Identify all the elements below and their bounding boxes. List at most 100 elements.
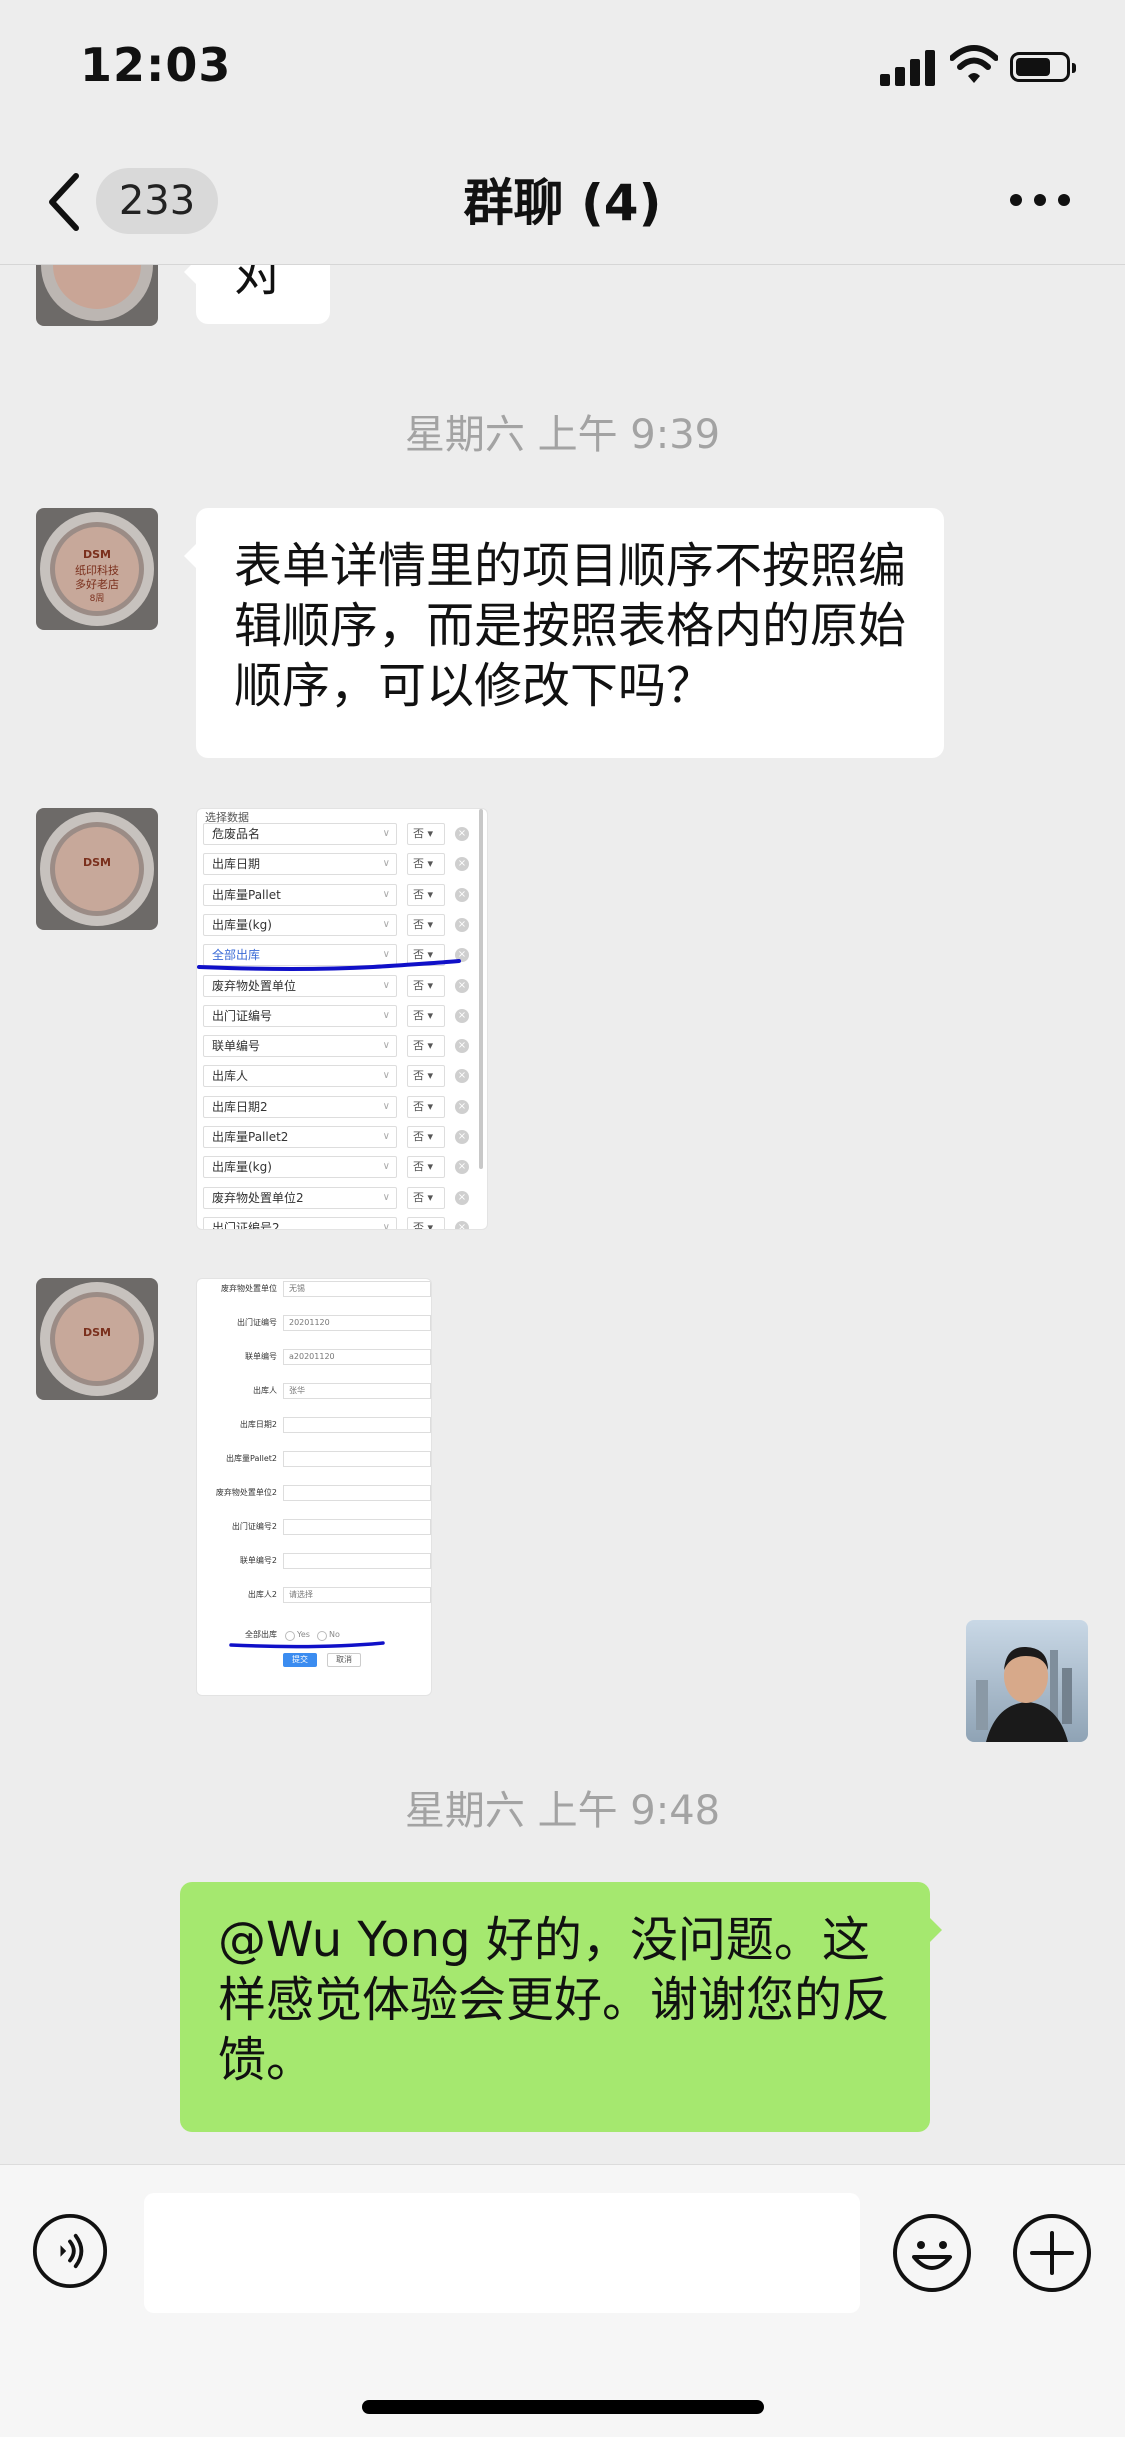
form-label: 出门证编号 (237, 1318, 277, 1327)
selector-row[interactable]: 出库日期否 ▾ × (203, 853, 481, 876)
option-select[interactable]: 否 ▾ (407, 1065, 445, 1088)
message-bubble[interactable]: 表单详情里的项目顺序不按照编辑顺序，而是按照表格内的原始顺序，可以修改下吗？ (184, 508, 944, 758)
option-select[interactable]: 否 ▾ (407, 1095, 445, 1118)
remove-icon[interactable]: × (455, 1039, 469, 1054)
form-input[interactable]: 无锡 (283, 1281, 431, 1297)
selector-row[interactable]: 出库日期2 否 ▾ × (203, 1095, 481, 1118)
option-select[interactable]: 否 ▾ (407, 853, 445, 876)
svg-text:多好老店: 多好老店 (75, 577, 119, 591)
form-label: 废弃物处置单位 (221, 1284, 277, 1293)
message-bubble-outgoing[interactable]: @Wu Yong 好的，没问题。这样感觉体验会更好。谢谢您的反馈。 (180, 1882, 942, 2132)
remove-icon[interactable]: × (455, 917, 469, 932)
option-select[interactable]: 否 ▾ (407, 1186, 445, 1209)
image-message-field-selector[interactable]: 选择数据 危废品名否 ▾×出库日期否 ▾×出库量Pallet否 ▾×出库量(kg… (196, 808, 488, 1230)
form-row: 出门证编号2 (197, 1519, 431, 1535)
field-select[interactable]: 出库量Pallet (203, 883, 397, 906)
form-input[interactable] (283, 1519, 431, 1535)
svg-text:DSM: DSM (83, 1326, 111, 1339)
option-select[interactable]: 否 ▾ (407, 1004, 445, 1027)
cellular-signal-icon (880, 50, 936, 86)
svg-text:DSM: DSM (83, 548, 111, 561)
form-input[interactable] (283, 1417, 431, 1433)
cancel-button[interactable]: 取消 (327, 1653, 361, 1667)
battery-icon (1010, 52, 1076, 82)
field-select[interactable]: 废弃物处置单位2 (203, 1186, 397, 1209)
remove-icon[interactable]: × (455, 1069, 469, 1084)
selector-row[interactable]: 出库量Pallet 否 ▾ × (203, 883, 481, 906)
remove-icon[interactable]: × (455, 1190, 469, 1205)
field-select[interactable]: 出库量(kg) (203, 913, 397, 936)
field-select[interactable]: 出门证编号2 (203, 1216, 397, 1229)
form-row: 联单编号 a20201120 (197, 1349, 431, 1365)
selector-row[interactable]: 出库量Pallet2 否 ▾ × (203, 1126, 481, 1148)
field-select[interactable]: 出库量Pallet2 (203, 1126, 397, 1148)
more-icon[interactable] (1010, 194, 1070, 210)
message-text: 表单详情里的项目顺序不按照编辑顺序，而是按照表格内的原始顺序，可以修改下吗？ (234, 538, 907, 714)
remove-icon[interactable]: × (455, 1130, 469, 1144)
avatar[interactable]: DSM (36, 808, 158, 930)
remove-icon[interactable]: × (455, 978, 469, 993)
selector-row[interactable]: 废弃物处置单位2 否 ▾ × (203, 1186, 481, 1209)
field-select[interactable]: 出库日期2 (203, 1095, 397, 1118)
selector-row[interactable]: 出库量(kg) 否 ▾ × (203, 913, 481, 936)
avatar[interactable] (36, 264, 158, 326)
form-input[interactable]: 请选择 (283, 1587, 431, 1603)
form-input[interactable]: 20201120 (283, 1315, 431, 1331)
image-message-form[interactable]: 废弃物处置单位 无锡 出门证编号 20201120 联单编号 a20201120 出库人 张华… (196, 1278, 432, 1696)
voice-icon[interactable] (32, 2213, 108, 2289)
avatar[interactable]: DSM 纸印科技 多好老店 8周 (36, 508, 158, 630)
selector-row[interactable]: 出门证编号否 ▾ × (203, 1004, 481, 1027)
selector-row[interactable]: 危废品名否 ▾ × (203, 823, 481, 845)
option-select[interactable]: 否 ▾ (407, 883, 445, 906)
form-input[interactable]: 张华 (283, 1383, 431, 1399)
my-avatar[interactable] (966, 1620, 1088, 1742)
form-input[interactable] (283, 1553, 431, 1569)
selector-row[interactable]: 出库量(kg) 否 ▾ × (203, 1156, 481, 1179)
form-row: 出库量Pallet2 (197, 1451, 431, 1467)
option-select[interactable]: 否 ▾ (407, 913, 445, 936)
avatar[interactable]: DSM (36, 1278, 158, 1400)
message-text: @Wu Yong 好的，没问题。这样感觉体验会更好。谢谢您的反馈。 (218, 1912, 891, 2088)
input-bar (0, 2164, 1125, 2437)
underline-annotation (197, 959, 461, 971)
form-input[interactable] (283, 1451, 431, 1467)
message-bubble[interactable]: 对 (184, 264, 330, 324)
message-input[interactable] (144, 2193, 860, 2313)
field-select[interactable]: 出门证编号 (203, 1004, 397, 1027)
submit-button[interactable]: 提交 (283, 1653, 317, 1667)
field-select[interactable]: 废弃物处置单位 (203, 974, 397, 997)
option-select[interactable]: 否 ▾ (407, 974, 445, 997)
option-select[interactable]: 否 ▾ (407, 1216, 445, 1229)
remove-icon[interactable]: × (455, 887, 469, 902)
field-select[interactable]: 出库量(kg) (203, 1156, 397, 1179)
plus-icon[interactable] (1012, 2213, 1092, 2293)
option-select[interactable]: 否 ▾ (407, 823, 445, 845)
field-select[interactable]: 出库日期 (203, 853, 397, 876)
remove-icon[interactable]: × (455, 827, 469, 841)
selector-row[interactable]: 出库人否 ▾ × (203, 1065, 481, 1088)
message-timestamp: 星期六 上午 9:39 (404, 412, 721, 458)
message-timestamp: 星期六 上午 9:48 (404, 1788, 721, 1834)
form-label: 出库量Pallet2 (226, 1454, 277, 1463)
form-row: 出门证编号 20201120 (197, 1315, 431, 1331)
field-select[interactable]: 联单编号 (203, 1035, 397, 1058)
option-select[interactable]: 否 ▾ (407, 1035, 445, 1058)
emoji-icon[interactable] (892, 2213, 972, 2293)
form-input[interactable]: a20201120 (283, 1349, 431, 1365)
status-time: 12:03 (80, 38, 232, 92)
field-select[interactable]: 危废品名 (203, 823, 397, 845)
field-select[interactable]: 出库人 (203, 1065, 397, 1088)
form-input[interactable] (283, 1485, 431, 1501)
remove-icon[interactable]: × (455, 1008, 469, 1023)
remove-icon[interactable]: × (455, 857, 469, 872)
option-select[interactable]: 否 ▾ (407, 1156, 445, 1179)
selector-row[interactable]: 废弃物处置单位否 ▾ × (203, 974, 481, 997)
selector-row[interactable]: 出门证编号2 否 ▾ × (203, 1216, 481, 1229)
selector-row[interactable]: 联单编号否 ▾ × (203, 1035, 481, 1058)
remove-icon[interactable]: × (455, 1160, 469, 1175)
message-list[interactable]: 对 星期六 上午 9:39 DSM 纸印科技 多好老店 8周 表单详情里的项目顺… (0, 264, 1125, 2164)
remove-icon[interactable]: × (455, 1099, 469, 1114)
svg-text:8周: 8周 (90, 593, 105, 604)
remove-icon[interactable]: × (455, 1220, 469, 1229)
option-select[interactable]: 否 ▾ (407, 1126, 445, 1148)
